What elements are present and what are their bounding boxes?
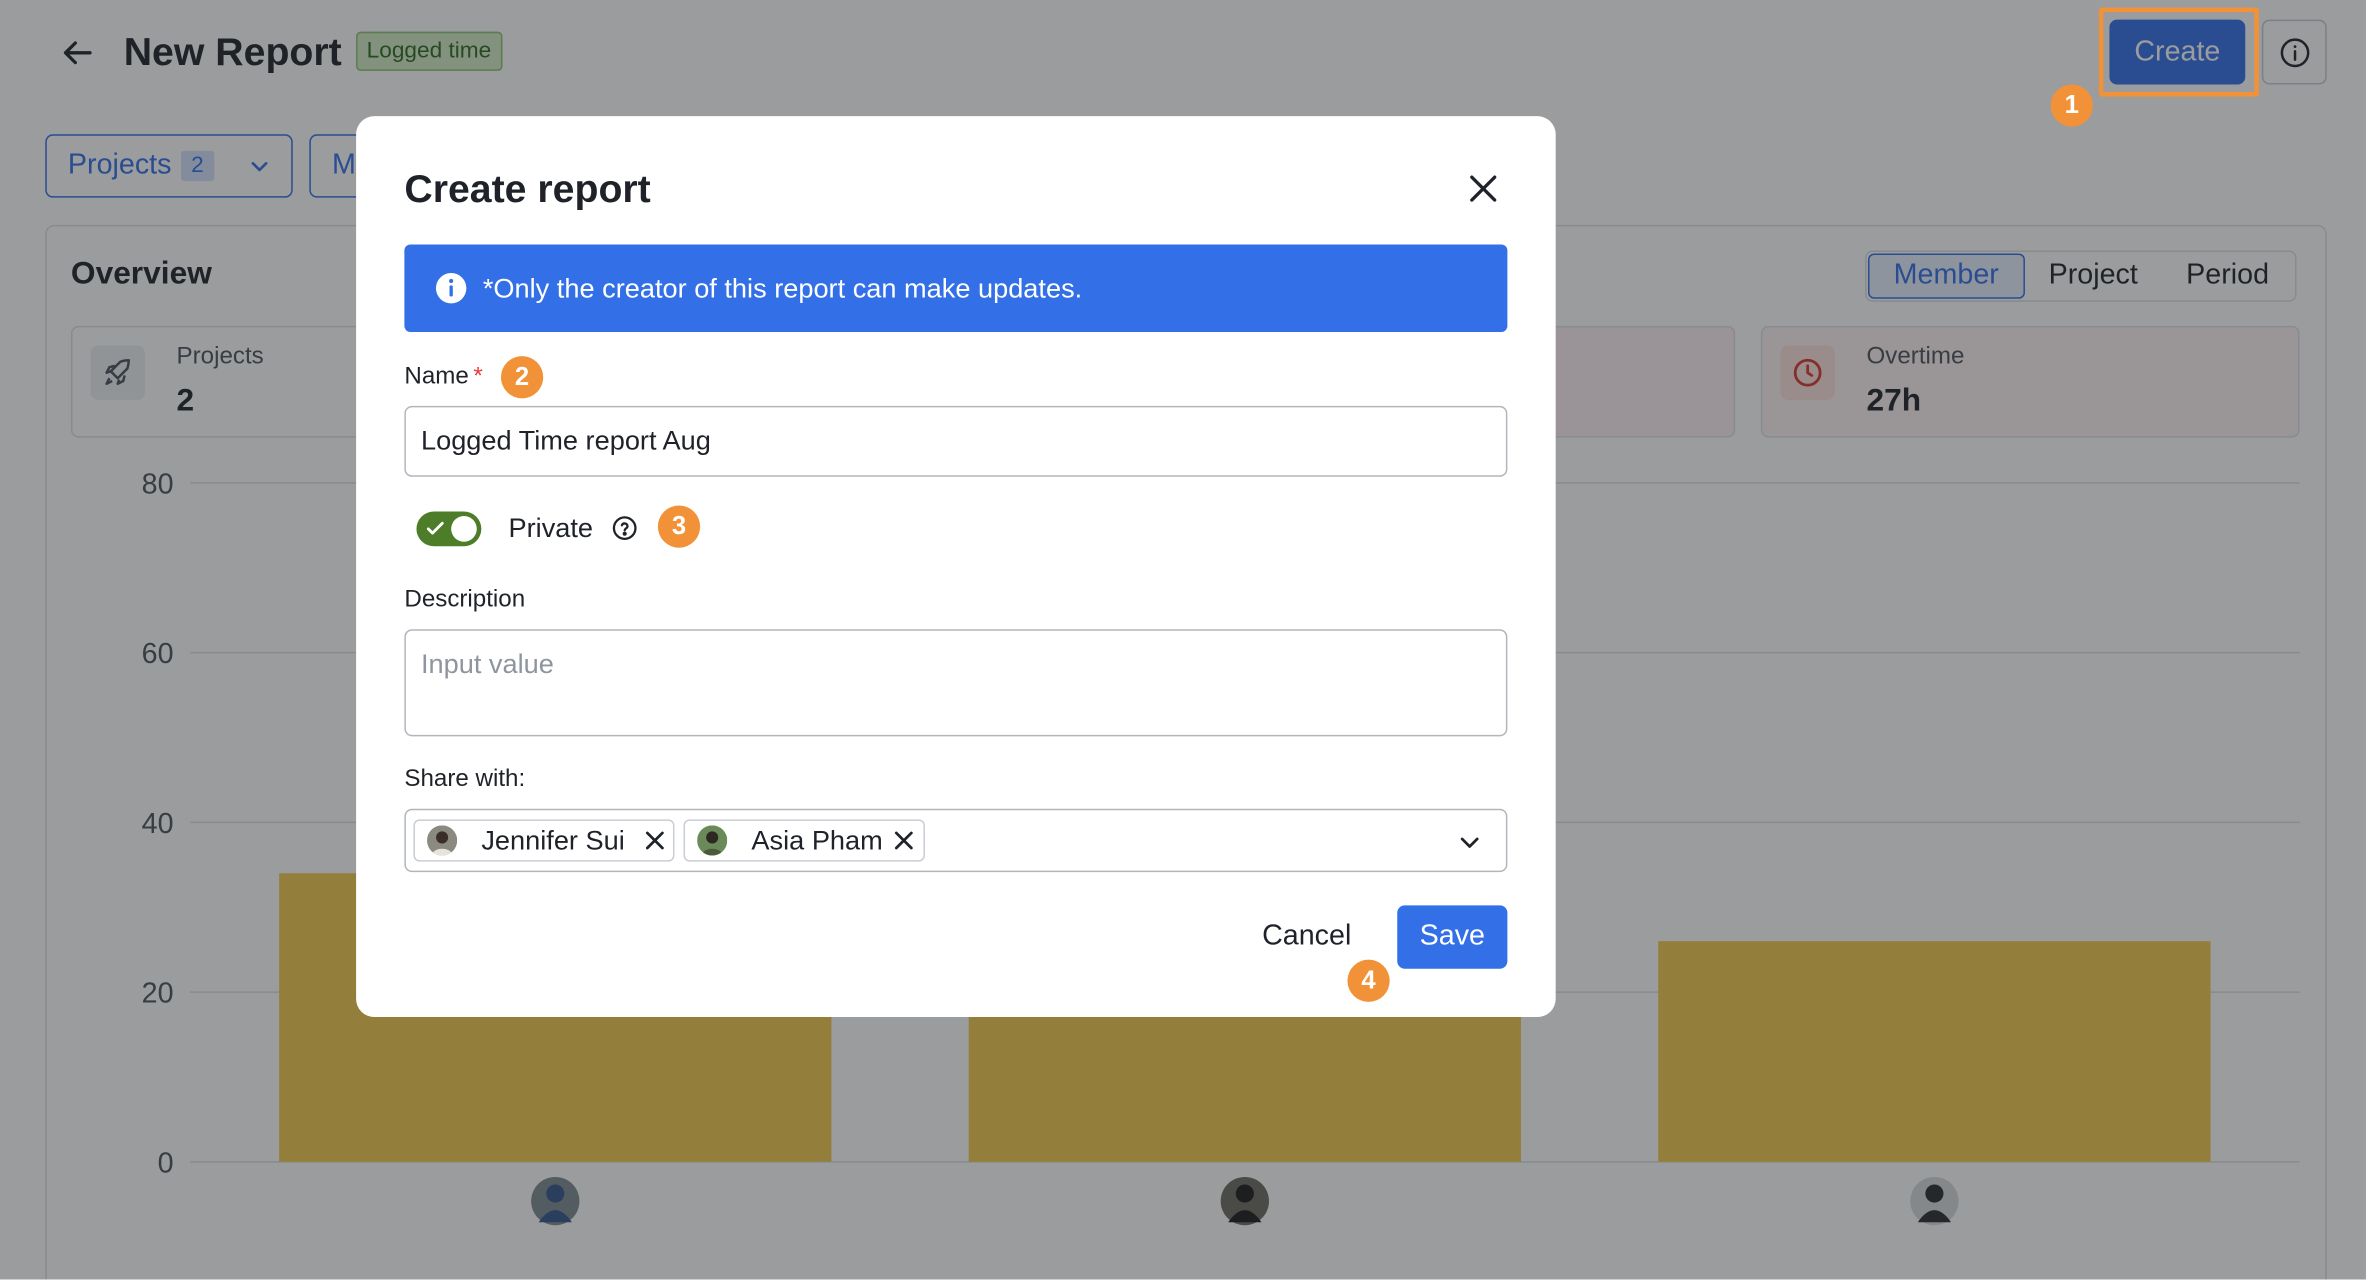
member-chip-name: Jennifer Sui <box>481 825 625 856</box>
creator-notice: *Only the creator of this report can mak… <box>404 244 1508 332</box>
member-chip: Asia Pham <box>683 819 925 862</box>
avatar <box>697 825 728 856</box>
close-icon[interactable] <box>893 830 914 851</box>
close-icon[interactable] <box>644 830 665 851</box>
save-button[interactable]: Save <box>1397 905 1508 969</box>
create-report-dialog: Create report *Only the creator of this … <box>356 116 1556 1017</box>
step-badge-3: 3 <box>657 505 701 548</box>
toggle-knob <box>451 516 477 542</box>
required-mark: * <box>473 363 483 390</box>
cancel-button[interactable]: Cancel <box>1246 905 1367 968</box>
name-input-value: Logged Time report Aug <box>420 425 711 456</box>
private-label: Private <box>508 513 594 544</box>
step-badge-1: 1 <box>2050 84 2093 127</box>
avatar <box>427 825 458 856</box>
description-placeholder: Input value <box>420 648 554 680</box>
description-textarea[interactable]: Input value <box>404 629 1508 737</box>
question-circle-icon[interactable] <box>611 515 638 542</box>
notice-text: *Only the creator of this report can mak… <box>482 273 1083 304</box>
check-icon <box>426 521 444 535</box>
share-with-label: Share with: <box>404 766 526 793</box>
description-label: Description <box>404 586 526 613</box>
step-badge-2: 2 <box>500 356 544 399</box>
member-chip-name: Asia Pham <box>751 825 883 856</box>
chevron-down-icon[interactable] <box>1458 830 1482 854</box>
create-button-highlight <box>2098 7 2259 97</box>
member-chip: Jennifer Sui <box>413 819 675 862</box>
private-toggle[interactable] <box>416 511 482 547</box>
step-badge-4: 4 <box>1347 959 1390 1002</box>
page: New Report Logged time Create 1 Projects… <box>0 0 2366 1280</box>
close-icon[interactable] <box>1464 169 1503 208</box>
dialog-title: Create report <box>404 165 651 212</box>
name-label: Name * <box>404 363 483 390</box>
info-icon <box>435 272 467 304</box>
share-with-select[interactable]: Jennifer Sui Asia Pham <box>404 808 1508 873</box>
name-input[interactable]: Logged Time report Aug <box>404 405 1508 477</box>
